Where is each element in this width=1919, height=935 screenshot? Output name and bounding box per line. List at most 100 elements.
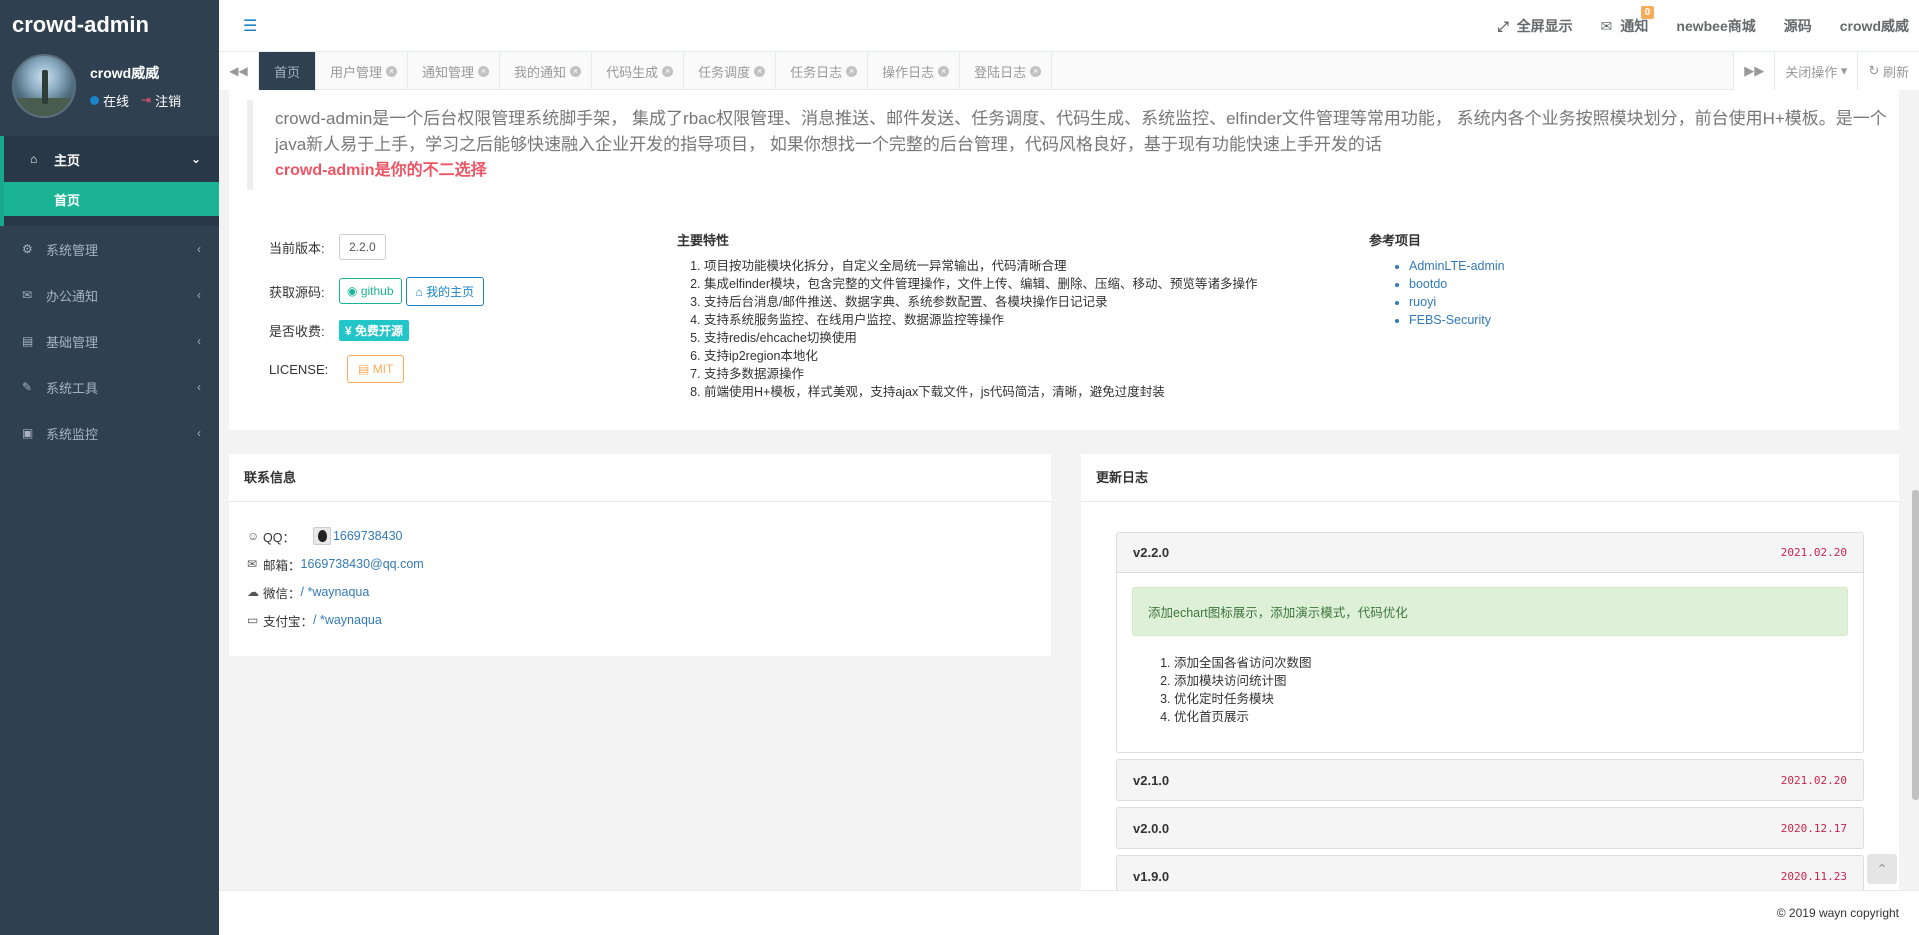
envelope-icon: ✉ (247, 557, 258, 571)
refresh-button[interactable]: ↻ 刷新 (1857, 52, 1919, 90)
wechat-link[interactable]: / *waynaqua (301, 585, 370, 599)
ref-link[interactable]: ruoyi (1409, 293, 1505, 311)
close-icon[interactable]: × (846, 65, 858, 77)
back-to-top-button[interactable]: ⌃ (1867, 854, 1897, 884)
sidebar-item-monitor[interactable]: ▣ 系统监控 ‹ (0, 410, 219, 456)
sidebar-item-label: 系统监控 (46, 426, 99, 442)
contact-panel: 联系信息 ☺ QQ： 1669738430 ✉ 邮箱： 1669738430@q… (229, 454, 1051, 656)
tab-5[interactable]: 任务调度 × (684, 52, 777, 90)
tab-label: 用户管理 (330, 64, 383, 80)
fee-badge: ¥ 免费开源 (339, 319, 410, 341)
expand-icon: ⤢ (1497, 17, 1509, 34)
github-button[interactable]: ◉ github (339, 278, 402, 304)
sidebar-item-home[interactable]: ⌂ 主页 ⌄ (0, 136, 219, 182)
home-icon: ⌂ (30, 152, 38, 166)
intro-highlight: crowd-admin是你的不二选择 (275, 162, 487, 179)
sidebar-item-label: 办公通知 (46, 288, 99, 304)
user-menu[interactable]: crowd威威 (1840, 16, 1909, 36)
feature-item: 支持redis/ehcache切换使用 (704, 329, 1258, 347)
changelog-date: 2021.02.20 (1780, 546, 1847, 559)
tab-scroll-right-button[interactable]: ▶▶ (1733, 52, 1775, 90)
qq-link[interactable]: 1669738430 (333, 529, 403, 543)
email-link[interactable]: 1669738430@qq.com (301, 557, 424, 571)
chevron-up-icon: ⌃ (1876, 860, 1888, 877)
notice-label: 通知 (1620, 18, 1649, 34)
license-button[interactable]: ▤ MIT (347, 355, 405, 383)
logout-link[interactable]: 注销 (155, 91, 181, 110)
alipay-label: 支付宝： (263, 614, 314, 629)
wechat-icon: ☁ (247, 585, 259, 599)
tab-bar: ◀◀ 首页 用户管理 × 通知管理 × 我的通知 × 代码生成 × 任务调度 × 任务日志 × 操作日志 ×… (219, 52, 1919, 90)
intro-panel: crowd-admin是一个后台权限管理系统脚手架， 集成了rbac权限管理、消… (229, 90, 1899, 430)
menu-toggle-icon[interactable]: ☰ (243, 16, 257, 36)
homepage-label: 我的主页 (426, 284, 475, 299)
alipay-icon: ▭ (247, 613, 259, 627)
user-name[interactable]: crowd威威 (90, 63, 181, 83)
tab-2[interactable]: 通知管理 × (408, 52, 501, 90)
version-label: 当前版本: (269, 240, 325, 256)
close-icon[interactable]: × (570, 65, 582, 77)
fullscreen-label: 全屏显示 (1516, 18, 1573, 34)
qq-icon: ☺ (247, 529, 260, 543)
feature-item: 支持多数据源操作 (704, 365, 1258, 383)
tab-label: 首页 (274, 64, 301, 80)
wrench-icon: ✎ (22, 380, 33, 394)
app-brand: crowd-admin (12, 12, 149, 37)
main-content: crowd-admin是一个后台权限管理系统脚手架， 集成了rbac权限管理、消… (219, 90, 1919, 890)
ref-link[interactable]: FEBS-Security (1409, 311, 1505, 329)
fee-label: 是否收费: (269, 323, 325, 339)
logout-icon[interactable]: ⇥ (141, 93, 151, 107)
chevron-left-icon: ‹ (197, 426, 201, 440)
page-scrollbar[interactable] (1912, 490, 1919, 800)
sidebar-item-tools[interactable]: ✎ 系统工具 ‹ (0, 364, 219, 410)
sidebar-item-office[interactable]: ✉ 办公通知 ‹ (0, 272, 219, 318)
tab-6[interactable]: 任务日志 × (776, 52, 869, 90)
tab-label: 通知管理 (422, 64, 475, 80)
changelog-entry[interactable]: v1.9.0 2020.11.23 (1116, 855, 1864, 890)
tab-scroll-left-button[interactable]: ◀◀ (219, 52, 259, 90)
changelog-entry[interactable]: v2.1.0 2021.02.20 (1116, 759, 1864, 801)
close-icon[interactable]: × (662, 65, 674, 77)
fullscreen-button[interactable]: ⤢ 全屏显示 (1497, 16, 1572, 36)
ref-link[interactable]: AdminLTE-admin (1409, 257, 1505, 275)
changelog-version: v1.9.0 (1133, 868, 1170, 884)
close-icon[interactable]: × (478, 65, 490, 77)
sidebar-item-system[interactable]: ⚙ 系统管理 ‹ (0, 226, 219, 272)
close-icon[interactable]: × (386, 65, 398, 77)
tab-7[interactable]: 操作日志 × (868, 52, 961, 90)
changelog-panel: 更新日志 v2.2.0 2021.02.20 添加echart图标展示，添加演示… (1081, 454, 1899, 890)
tab-4[interactable]: 代码生成 × (592, 52, 685, 90)
tab-0[interactable]: 首页 (259, 52, 317, 90)
tab-label: 操作日志 (882, 64, 935, 80)
feature-item: 支持后台消息/邮件推送、数据字典、系统参数配置、各模块操作日记记录 (704, 293, 1258, 311)
mall-link[interactable]: newbee商城 (1676, 16, 1755, 36)
changelog-entry-header[interactable]: v2.2.0 2021.02.20 (1117, 533, 1863, 573)
changelog-list: v2.2.0 2021.02.20 添加echart图标展示，添加演示模式，代码… (1081, 502, 1899, 890)
footer: © 2019 wayn copyright (219, 890, 1919, 935)
contact-title: 联系信息 (229, 454, 1051, 502)
close-icon[interactable]: × (938, 65, 950, 77)
feature-item: 项目按功能模块化拆分，自定义全局统一异常输出，代码清晰合理 (704, 257, 1258, 275)
changelog-entry[interactable]: v2.0.0 2020.12.17 (1116, 807, 1864, 849)
alipay-link[interactable]: / *waynaqua (313, 613, 382, 627)
gear-icon: ⚙ (22, 242, 33, 256)
ref-link[interactable]: bootdo (1409, 275, 1505, 293)
project-info: 当前版本: 2.2.0 获取源码: ◉ github ⌂ 我的主页 是否收费: … (269, 225, 485, 391)
tab-8[interactable]: 登陆日志 × (960, 52, 1053, 90)
changelog-items: 添加全国各省访问次数图添加模块访问统计图优化定时任务模块优化首页展示 (1174, 654, 1848, 726)
changelog-summary: 添加echart图标展示，添加演示模式，代码优化 (1132, 587, 1848, 636)
chevron-left-icon: ‹ (197, 242, 201, 256)
sidebar-item-index[interactable]: 首页 (4, 182, 219, 216)
sidebar-item-basic[interactable]: ▤ 基础管理 ‹ (0, 318, 219, 364)
close-ops-dropdown[interactable]: 关闭操作 ▾ (1774, 52, 1858, 90)
chevron-left-icon: ‹ (197, 380, 201, 394)
tab-label: 代码生成 (606, 64, 659, 80)
close-icon[interactable]: × (754, 65, 766, 77)
tab-1[interactable]: 用户管理 × (316, 52, 409, 90)
homepage-button[interactable]: ⌂ 我的主页 (405, 276, 485, 306)
close-icon[interactable]: × (1030, 65, 1042, 77)
tab-3[interactable]: 我的通知 × (500, 52, 593, 90)
source-link[interactable]: 源码 (1784, 16, 1812, 36)
notice-button[interactable]: ✉ 通知 0 (1601, 6, 1655, 36)
avatar[interactable] (12, 54, 76, 118)
